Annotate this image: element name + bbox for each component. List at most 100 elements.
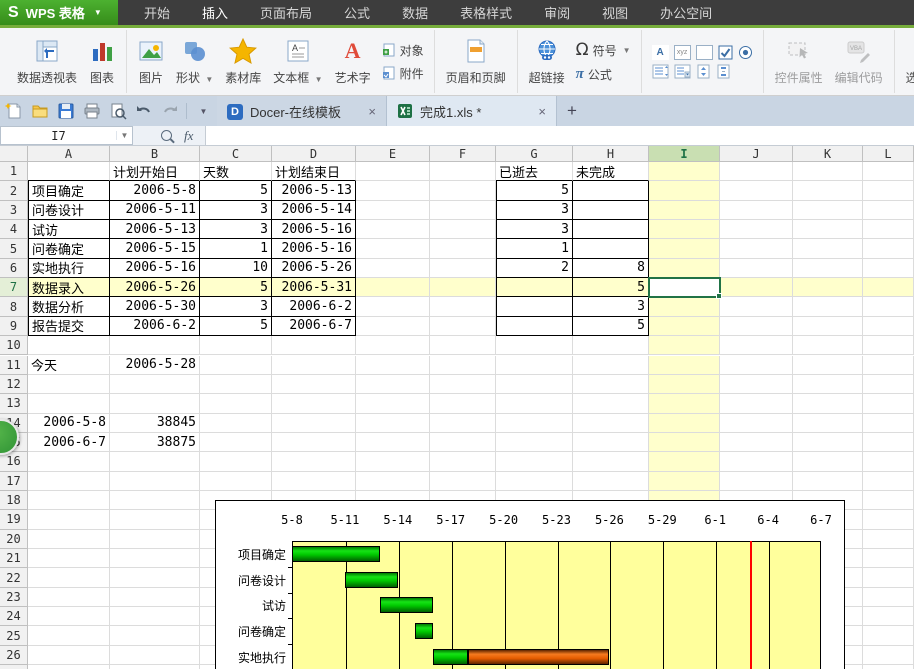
grid-cell[interactable] bbox=[649, 162, 720, 181]
grid-cell[interactable] bbox=[496, 317, 573, 336]
column-header[interactable]: G bbox=[496, 146, 573, 162]
combo-box-control-icon[interactable] bbox=[674, 64, 691, 79]
row-header[interactable]: 3 bbox=[0, 201, 28, 220]
grid-cell[interactable]: 试访 bbox=[28, 220, 110, 239]
row-header[interactable]: 26 bbox=[0, 646, 28, 665]
chevron-down-icon[interactable]: ▼ bbox=[116, 131, 132, 140]
grid-cell[interactable] bbox=[863, 336, 914, 355]
grid-cell[interactable] bbox=[356, 336, 430, 355]
grid-cell[interactable]: 2006-5-26 bbox=[110, 278, 200, 297]
grid-cell[interactable] bbox=[356, 472, 430, 491]
row-header[interactable]: 6 bbox=[0, 259, 28, 278]
grid-cell[interactable] bbox=[356, 452, 430, 471]
grid-cell[interactable] bbox=[573, 336, 649, 355]
column-header[interactable]: F bbox=[430, 146, 496, 162]
grid-cell[interactable] bbox=[356, 278, 430, 297]
grid-cell[interactable] bbox=[356, 356, 430, 375]
grid-cell[interactable] bbox=[863, 220, 914, 239]
grid-cell[interactable] bbox=[28, 665, 110, 669]
column-header[interactable]: E bbox=[356, 146, 430, 162]
grid-cell[interactable] bbox=[573, 220, 649, 239]
ribbon-button[interactable]: 素材库 bbox=[220, 32, 266, 91]
close-icon[interactable]: × bbox=[538, 104, 546, 119]
grid-cell[interactable] bbox=[863, 568, 914, 587]
grid-cell[interactable] bbox=[649, 297, 720, 316]
gantt-chart[interactable]: 5-85-115-145-175-205-235-265-296-16-46-7… bbox=[215, 500, 845, 669]
grid-cell[interactable] bbox=[430, 433, 496, 452]
column-header[interactable]: H bbox=[573, 146, 649, 162]
grid-cell[interactable] bbox=[28, 568, 110, 587]
grid-cell[interactable]: 2006-5-14 bbox=[272, 201, 356, 220]
grid-cell[interactable] bbox=[863, 530, 914, 549]
grid-cell[interactable] bbox=[863, 375, 914, 394]
grid-cell[interactable] bbox=[863, 607, 914, 626]
search-icon[interactable] bbox=[161, 130, 172, 141]
grid-cell[interactable]: 2006-5-16 bbox=[110, 259, 200, 278]
grid-cell[interactable] bbox=[356, 414, 430, 433]
grid-cell[interactable] bbox=[28, 530, 110, 549]
fill-handle[interactable] bbox=[716, 293, 722, 299]
grid-cell[interactable] bbox=[496, 336, 573, 355]
grid-cell[interactable] bbox=[356, 239, 430, 258]
grid-cell[interactable] bbox=[649, 356, 720, 375]
menu-tab[interactable]: 视图 bbox=[586, 0, 644, 25]
check-box-control-icon[interactable] bbox=[718, 45, 733, 60]
grid-cell[interactable] bbox=[793, 297, 863, 316]
ribbon-small-button[interactable]: 附件 bbox=[382, 65, 424, 82]
grid-cell[interactable] bbox=[356, 162, 430, 181]
grid-cell[interactable] bbox=[720, 433, 793, 452]
grid-cell[interactable]: 3 bbox=[200, 297, 272, 316]
grid-cell[interactable] bbox=[356, 317, 430, 336]
row-header[interactable]: 9 bbox=[0, 317, 28, 336]
column-header[interactable]: L bbox=[863, 146, 914, 162]
grid-cell[interactable] bbox=[272, 356, 356, 375]
grid-cell[interactable] bbox=[793, 239, 863, 258]
grid-cell[interactable] bbox=[649, 220, 720, 239]
grid-cell[interactable] bbox=[430, 201, 496, 220]
grid-cell[interactable]: 天数 bbox=[200, 162, 272, 181]
grid-cell[interactable] bbox=[863, 665, 914, 669]
grid-cell[interactable] bbox=[863, 162, 914, 181]
grid-cell[interactable] bbox=[110, 588, 200, 607]
ribbon-button[interactable]: A艺术字 bbox=[330, 32, 376, 91]
ribbon-button[interactable]: 选择窗格 bbox=[901, 32, 914, 91]
grid-cell[interactable]: 实地执行 bbox=[28, 259, 110, 278]
grid-cell[interactable] bbox=[430, 239, 496, 258]
wps-logo[interactable]: S WPS 表格 ▼ bbox=[0, 0, 118, 25]
grid-cell[interactable]: 2006-5-16 bbox=[272, 239, 356, 258]
grid-cell[interactable] bbox=[720, 472, 793, 491]
toolbar-dropdown-icon[interactable]: ▼ bbox=[194, 102, 213, 121]
grid-cell[interactable] bbox=[28, 472, 110, 491]
grid-cell[interactable] bbox=[720, 278, 793, 297]
grid-cell[interactable] bbox=[863, 239, 914, 258]
grid-cell[interactable] bbox=[110, 491, 200, 510]
row-header[interactable]: 23 bbox=[0, 588, 28, 607]
grid-cell[interactable] bbox=[649, 472, 720, 491]
grid-cell[interactable] bbox=[573, 394, 649, 413]
grid-cell[interactable] bbox=[110, 336, 200, 355]
grid-cell[interactable] bbox=[28, 588, 110, 607]
menu-tab[interactable]: 开始 bbox=[128, 0, 186, 25]
grid-cell[interactable] bbox=[356, 375, 430, 394]
row-header[interactable]: 18 bbox=[0, 491, 28, 510]
grid-cell[interactable] bbox=[720, 162, 793, 181]
menu-tab[interactable]: 页面布局 bbox=[244, 0, 328, 25]
grid-cell[interactable] bbox=[573, 181, 649, 200]
grid-cell[interactable] bbox=[200, 472, 272, 491]
grid-cell[interactable]: 未完成 bbox=[573, 162, 649, 181]
grid-cell[interactable]: 2006-5-16 bbox=[272, 220, 356, 239]
grid-cell[interactable]: 2006-6-7 bbox=[272, 317, 356, 336]
grid-cell[interactable]: 已逝去 bbox=[496, 162, 573, 181]
grid-cell[interactable] bbox=[496, 297, 573, 316]
grid-cell[interactable] bbox=[720, 259, 793, 278]
row-header[interactable]: 16 bbox=[0, 452, 28, 471]
grid-cell[interactable] bbox=[793, 278, 863, 297]
selected-cell[interactable] bbox=[649, 278, 720, 297]
text-input-control-icon[interactable]: xyz bbox=[674, 45, 691, 60]
row-header[interactable]: 21 bbox=[0, 549, 28, 568]
grid-cell[interactable] bbox=[863, 626, 914, 645]
grid-cell[interactable] bbox=[430, 394, 496, 413]
grid-cell[interactable] bbox=[496, 278, 573, 297]
grid-cell[interactable] bbox=[272, 375, 356, 394]
grid-cell[interactable]: 5 bbox=[573, 317, 649, 336]
